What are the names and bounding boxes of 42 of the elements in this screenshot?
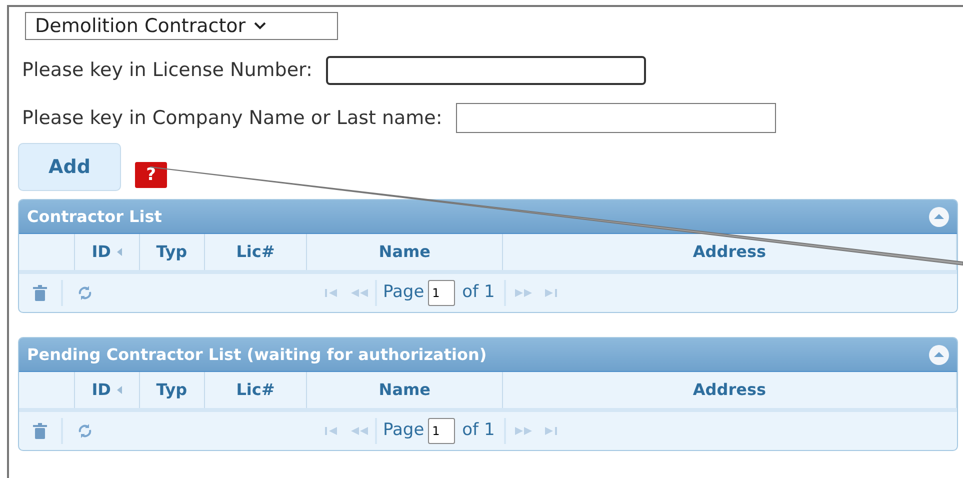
column-header[interactable]: Lic# [236,378,275,402]
grid-title: Pending Contractor List (waiting for authorization) [27,344,487,366]
column-header[interactable]: Address [692,240,766,264]
collapse-icon[interactable] [929,206,949,226]
help-button[interactable]: ? [135,162,167,188]
page-label: Page [383,419,424,442]
company-name-field[interactable] [456,103,776,133]
previous-page-icon[interactable] [351,427,369,435]
column-header[interactable]: ID [92,378,111,402]
page-number-field[interactable]: 1 [428,280,456,306]
company-name-label: Please key in Company Name or Last name: [22,106,442,131]
license-number-field[interactable] [326,56,646,85]
column-header[interactable]: Name [378,378,431,402]
next-page-icon[interactable] [514,289,533,297]
license-number-label: Please key in License Number: [22,58,312,84]
collapse-icon[interactable] [929,344,949,364]
refresh-icon[interactable] [77,285,93,301]
trash-icon[interactable] [33,423,47,439]
last-page-icon[interactable] [544,289,559,297]
first-page-icon[interactable] [325,289,339,297]
column-header[interactable]: Lic# [236,240,275,264]
column-header[interactable]: Name [378,240,431,264]
first-page-icon[interactable] [325,427,339,435]
sort-icon [116,386,122,394]
page-number-field[interactable]: 1 [428,418,456,444]
next-page-icon[interactable] [514,427,533,435]
column-header[interactable]: Typ [156,378,188,402]
previous-page-icon[interactable] [351,289,369,297]
contractor-type-dropdown[interactable]: Demolition Contractor [25,12,338,40]
page-count: of 1 [462,419,495,442]
chevron-down-icon [254,22,266,30]
refresh-icon[interactable] [77,423,93,439]
add-button[interactable]: Add [18,143,121,191]
grid-title: Contractor List [27,206,162,228]
last-page-icon[interactable] [544,427,559,435]
sort-icon [116,248,122,256]
column-header[interactable]: ID [92,240,111,264]
page-count: of 1 [462,281,495,304]
column-header[interactable]: Typ [156,240,188,264]
trash-icon[interactable] [33,285,47,301]
column-header[interactable]: Address [692,378,766,402]
page-label: Page [383,281,424,304]
